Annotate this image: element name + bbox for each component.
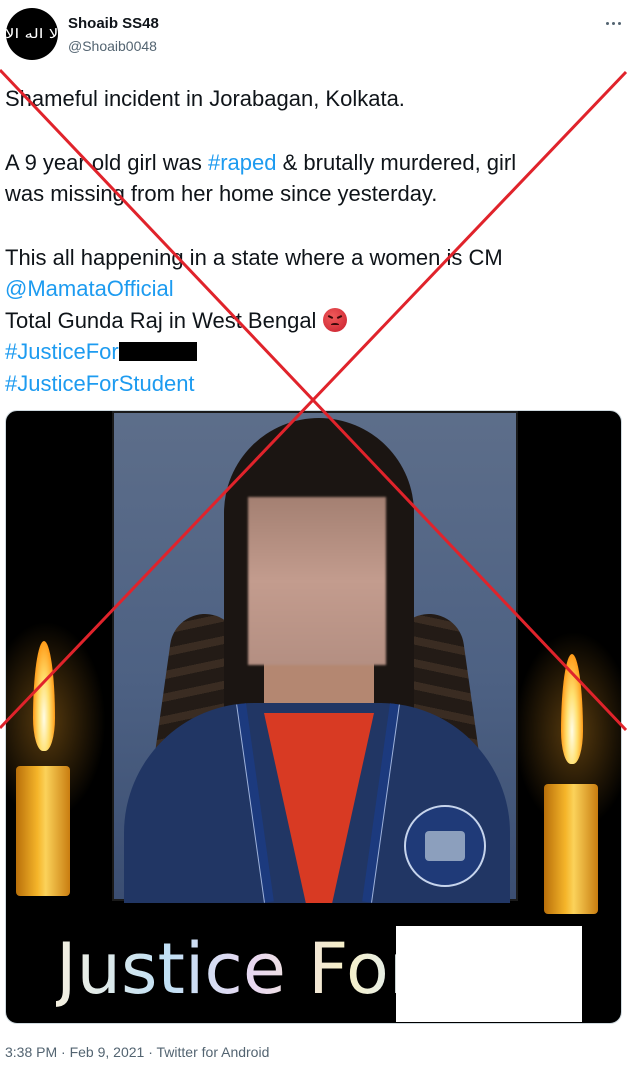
tweet-text: Shameful incident in Jorabagan, Kolkata.… <box>5 83 625 399</box>
author-name[interactable]: Shoaib SS48 <box>68 15 159 32</box>
tweet-metadata: 3:38 PM · Feb 9, 2021 · Twitter for Andr… <box>5 1044 269 1060</box>
candle-icon <box>544 784 598 914</box>
tweet-header: ﻻ ﺍﻟﻪ ﺍﻻ Shoaib SS48 @Shoaib0048 <box>0 0 633 70</box>
mention-link[interactable]: @MamataOfficial <box>5 276 174 301</box>
blurred-face <box>248 497 386 665</box>
more-dots-icon[interactable] <box>601 13 625 33</box>
tweet-line: #JusticeFor <box>5 336 625 368</box>
portrait-photo <box>112 411 518 903</box>
redaction-bar <box>118 342 197 361</box>
school-badge-icon <box>404 805 486 887</box>
hashtag-justicefor[interactable]: #JusticeFor <box>5 339 119 364</box>
name-redaction-box <box>396 926 582 1022</box>
tweet-line: Total Gunda Raj in West Bengal <box>5 305 625 337</box>
tweet-date[interactable]: Feb 9, 2021 <box>70 1044 145 1060</box>
tweet-text-segment: A 9 year old girl was <box>5 149 208 175</box>
author-handle[interactable]: @Shoaib0048 <box>68 38 157 54</box>
tweet-line: This all happening in a state where a wo… <box>5 244 503 270</box>
hashtag-raped[interactable]: #raped <box>208 150 277 175</box>
avatar-calligraphy-icon: ﻻ ﺍﻟﻪ ﺍﻻ <box>6 26 58 42</box>
tweet-source[interactable]: Twitter for Android <box>157 1044 270 1060</box>
tweet-media-image[interactable]: Justice For <box>5 410 622 1024</box>
avatar[interactable]: ﻻ ﺍﻟﻪ ﺍﻻ <box>6 8 58 60</box>
tweet-line: #JusticeForStudent <box>5 368 625 400</box>
media-caption: Justice For <box>56 928 418 1010</box>
tweet-time[interactable]: 3:38 PM <box>5 1044 57 1060</box>
angry-face-icon <box>322 307 347 332</box>
hashtag-justiceforstudent[interactable]: #JusticeForStudent <box>5 371 195 396</box>
separator: · <box>61 1044 66 1060</box>
candle-icon <box>16 766 70 896</box>
tweet-line: Shameful incident in Jorabagan, Kolkata. <box>5 86 405 111</box>
tweet-text-segment: & brutally murdered, girl <box>276 149 517 175</box>
tweet-line: A 9 year old girl was #raped & brutally … <box>5 147 625 179</box>
tweet-text-segment: Total Gunda Raj in West Bengal <box>5 307 323 333</box>
tweet-line: was missing from her home since yesterda… <box>5 181 438 206</box>
separator: · <box>148 1044 153 1060</box>
tweet-line: @MamataOfficial <box>5 273 625 305</box>
